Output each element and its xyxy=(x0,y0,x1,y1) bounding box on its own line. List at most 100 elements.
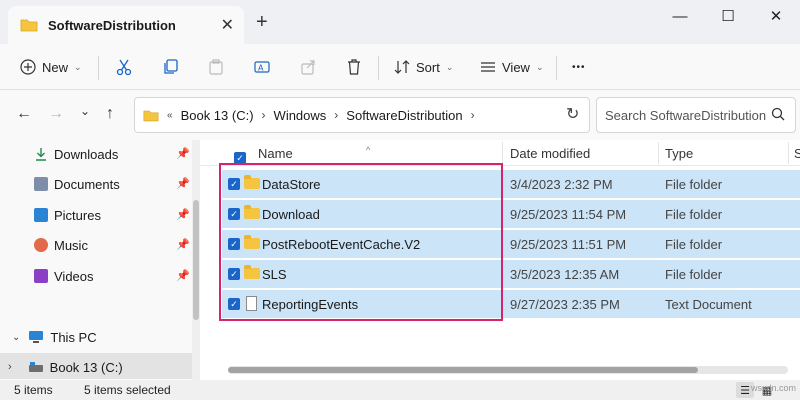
pin-icon[interactable]: 📌 xyxy=(176,177,190,190)
column-divider[interactable] xyxy=(658,142,659,164)
table-row[interactable]: ✓ ReportingEvents 9/27/2023 2:35 PM Text… xyxy=(222,290,800,318)
row-checkbox[interactable]: ✓ xyxy=(228,298,240,310)
table-row[interactable]: ✓ DataStore 3/4/2023 2:32 PM File folder xyxy=(222,170,800,198)
delete-button[interactable] xyxy=(346,52,362,82)
row-checkbox[interactable]: ✓ xyxy=(228,238,240,250)
table-row[interactable]: ✓ Download 9/25/2023 11:54 PM File folde… xyxy=(222,200,800,228)
pin-icon[interactable]: 📌 xyxy=(176,269,190,282)
address-bar[interactable]: « Book 13 (C:) › Windows › SoftwareDistr… xyxy=(134,97,590,133)
sidebar-item-label: Book 13 (C:) xyxy=(49,359,123,375)
sidebar-item-documents[interactable]: Documents xyxy=(34,173,120,195)
view-button[interactable]: View ⌄ xyxy=(480,52,544,82)
minimize-button[interactable]: — xyxy=(656,0,704,32)
folder-icon xyxy=(244,175,260,189)
divider xyxy=(378,56,379,80)
documents-icon xyxy=(34,177,48,191)
breadcrumb-windows[interactable]: Windows xyxy=(274,108,327,123)
clipboard-icon xyxy=(209,59,223,75)
sort-label: Sort xyxy=(416,59,440,75)
file-type: File folder xyxy=(665,207,723,222)
new-label: New xyxy=(42,59,69,75)
horizontal-scrollbar[interactable] xyxy=(228,366,788,374)
file-type: File folder xyxy=(665,177,723,192)
breadcrumb-softwaredistribution[interactable]: SoftwareDistribution xyxy=(346,108,462,123)
pin-icon[interactable]: 📌 xyxy=(176,208,190,221)
chevron-right-icon[interactable]: › xyxy=(471,108,475,122)
row-checkbox[interactable]: ✓ xyxy=(228,178,240,190)
pin-icon[interactable]: 📌 xyxy=(176,147,190,160)
view-list-icon xyxy=(481,62,495,72)
row-checkbox[interactable]: ✓ xyxy=(228,268,240,280)
tab-softwaredistribution[interactable]: SoftwareDistribution ✕ xyxy=(8,6,244,44)
breadcrumb-drive[interactable]: Book 13 (C:) xyxy=(181,108,254,123)
folder-icon xyxy=(244,205,260,219)
expand-chevron-icon[interactable]: ⌄ xyxy=(12,332,20,343)
title-bar: SoftwareDistribution ✕ + — ☐ ✕ xyxy=(0,0,800,44)
chevron-right-icon[interactable]: › xyxy=(262,108,266,122)
sort-ascending-icon: ^ xyxy=(366,145,371,155)
search-placeholder: Search SoftwareDistribution xyxy=(605,107,767,123)
share-button[interactable] xyxy=(300,52,316,82)
paste-button[interactable] xyxy=(208,52,224,82)
sidebar-item-videos[interactable]: Videos xyxy=(34,265,94,287)
command-bar: New ⌄ A Sort ⌄ View ⌄ ••• xyxy=(0,44,800,90)
more-options-button[interactable]: ••• xyxy=(572,52,586,82)
pin-icon[interactable]: 📌 xyxy=(176,238,190,251)
column-divider[interactable] xyxy=(502,142,503,164)
drive-icon xyxy=(28,362,43,372)
column-header-name[interactable]: Name xyxy=(258,146,293,161)
close-tab-button[interactable]: ✕ xyxy=(221,15,234,35)
scrollbar-thumb[interactable] xyxy=(193,200,199,320)
chevron-down-icon: ⌄ xyxy=(535,61,544,72)
scrollbar-thumb[interactable] xyxy=(228,367,698,373)
chevron-down-icon: ⌄ xyxy=(445,61,454,72)
forward-arrow-icon[interactable]: → xyxy=(48,105,64,123)
file-date: 9/27/2023 2:35 PM xyxy=(510,297,620,312)
new-tab-button[interactable]: + xyxy=(256,12,268,32)
file-name: SLS xyxy=(262,267,287,282)
row-checkbox[interactable]: ✓ xyxy=(228,208,240,220)
up-arrow-icon[interactable]: ↑ xyxy=(106,105,114,123)
window-controls: — ☐ ✕ xyxy=(656,0,800,32)
checkbox-checked[interactable]: ✓ xyxy=(234,152,246,164)
table-row[interactable]: ✓ PostRebootEventCache.V2 9/25/2023 11:5… xyxy=(222,230,800,258)
svg-text:A: A xyxy=(258,64,264,73)
table-row[interactable]: ✓ SLS 3/5/2023 12:35 AM File folder xyxy=(222,260,800,288)
file-name: Download xyxy=(262,207,320,222)
rename-button[interactable]: A xyxy=(254,52,270,82)
file-list: ✓ ^ Name Date modified Type S ✓ DataStor… xyxy=(200,140,800,380)
view-label: View xyxy=(502,59,530,75)
sidebar-scrollbar[interactable] xyxy=(192,140,200,380)
close-window-button[interactable]: ✕ xyxy=(752,0,800,32)
sidebar-item-this-pc[interactable]: ⌄ This PC xyxy=(12,326,97,348)
sidebar-item-pictures[interactable]: Pictures xyxy=(34,204,101,226)
sidebar-item-music[interactable]: Music xyxy=(34,234,88,256)
chevron-right-icon[interactable]: › xyxy=(334,108,338,122)
recent-locations-chevron-icon[interactable]: ⌄ xyxy=(80,104,90,118)
column-divider[interactable] xyxy=(788,142,789,164)
watermark: wsxdn.com xyxy=(750,383,796,393)
sort-button[interactable]: Sort ⌄ xyxy=(394,52,453,82)
scissors-icon xyxy=(116,59,132,76)
column-header-date-modified[interactable]: Date modified xyxy=(510,146,590,161)
refresh-icon[interactable]: ↻ xyxy=(566,104,579,124)
copy-button[interactable] xyxy=(162,52,178,82)
maximize-button[interactable]: ☐ xyxy=(704,0,752,32)
back-arrow-icon[interactable]: ← xyxy=(16,105,32,123)
cut-button[interactable] xyxy=(116,52,132,82)
sidebar-item-label: Downloads xyxy=(54,146,119,162)
download-icon xyxy=(36,148,46,161)
file-type: Text Document xyxy=(665,297,752,312)
item-count: 5 items xyxy=(14,383,53,397)
column-header-type[interactable]: Type xyxy=(665,146,693,161)
folder-icon xyxy=(244,235,260,249)
search-box[interactable]: Search SoftwareDistribution xyxy=(596,97,796,133)
breadcrumb-overflow[interactable]: « xyxy=(167,110,173,121)
search-icon xyxy=(771,107,785,121)
sidebar-item-downloads[interactable]: Downloads xyxy=(34,143,118,165)
sidebar-item-drive[interactable]: › Book 13 (C:) xyxy=(8,356,123,378)
expand-chevron-icon[interactable]: › xyxy=(8,361,12,373)
column-header-size[interactable]: S xyxy=(794,146,800,161)
new-button[interactable]: New ⌄ xyxy=(20,52,82,82)
folder-icon xyxy=(20,19,38,32)
